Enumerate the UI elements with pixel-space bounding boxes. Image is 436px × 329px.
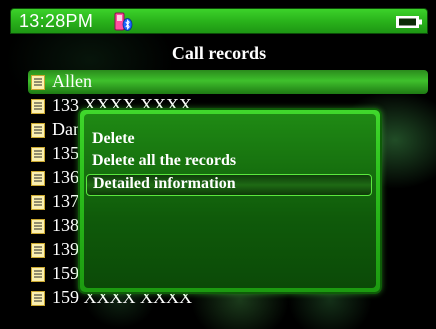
menu-option-label: Delete [92, 130, 135, 147]
clock-time: 13:28PM [19, 11, 94, 31]
menu-option-delete-all[interactable]: Delete all the records [86, 152, 372, 174]
context-menu-popup: Delete Delete all the records Detailed i… [78, 108, 382, 294]
record-document-icon [31, 171, 45, 186]
record-document-icon [31, 219, 45, 234]
menu-option-detailed-information[interactable]: Detailed information [86, 174, 372, 196]
record-document-icon [31, 195, 45, 210]
call-record-row[interactable]: Allen [28, 70, 428, 94]
status-bar: 13:28PM [10, 8, 428, 34]
menu-option-label: Delete all the records [92, 152, 237, 169]
context-menu-body: Delete Delete all the records Detailed i… [84, 114, 376, 288]
record-document-icon [31, 123, 45, 138]
call-record-label: Allen [52, 71, 92, 91]
record-document-icon [31, 147, 45, 162]
battery-icon [396, 16, 422, 28]
screen-title: Call records [171, 43, 267, 63]
record-document-icon [31, 243, 45, 258]
device-screen: 13:28PM Call records Allen 133 XXXX XXXX… [0, 0, 436, 329]
record-document-icon [31, 75, 45, 90]
record-document-icon [31, 99, 45, 114]
record-document-icon [31, 291, 45, 306]
record-document-icon [31, 267, 45, 282]
menu-option-delete[interactable]: Delete [86, 130, 372, 152]
menu-option-label: Detailed information [93, 175, 236, 192]
phone-bluetooth-icon [114, 12, 133, 31]
